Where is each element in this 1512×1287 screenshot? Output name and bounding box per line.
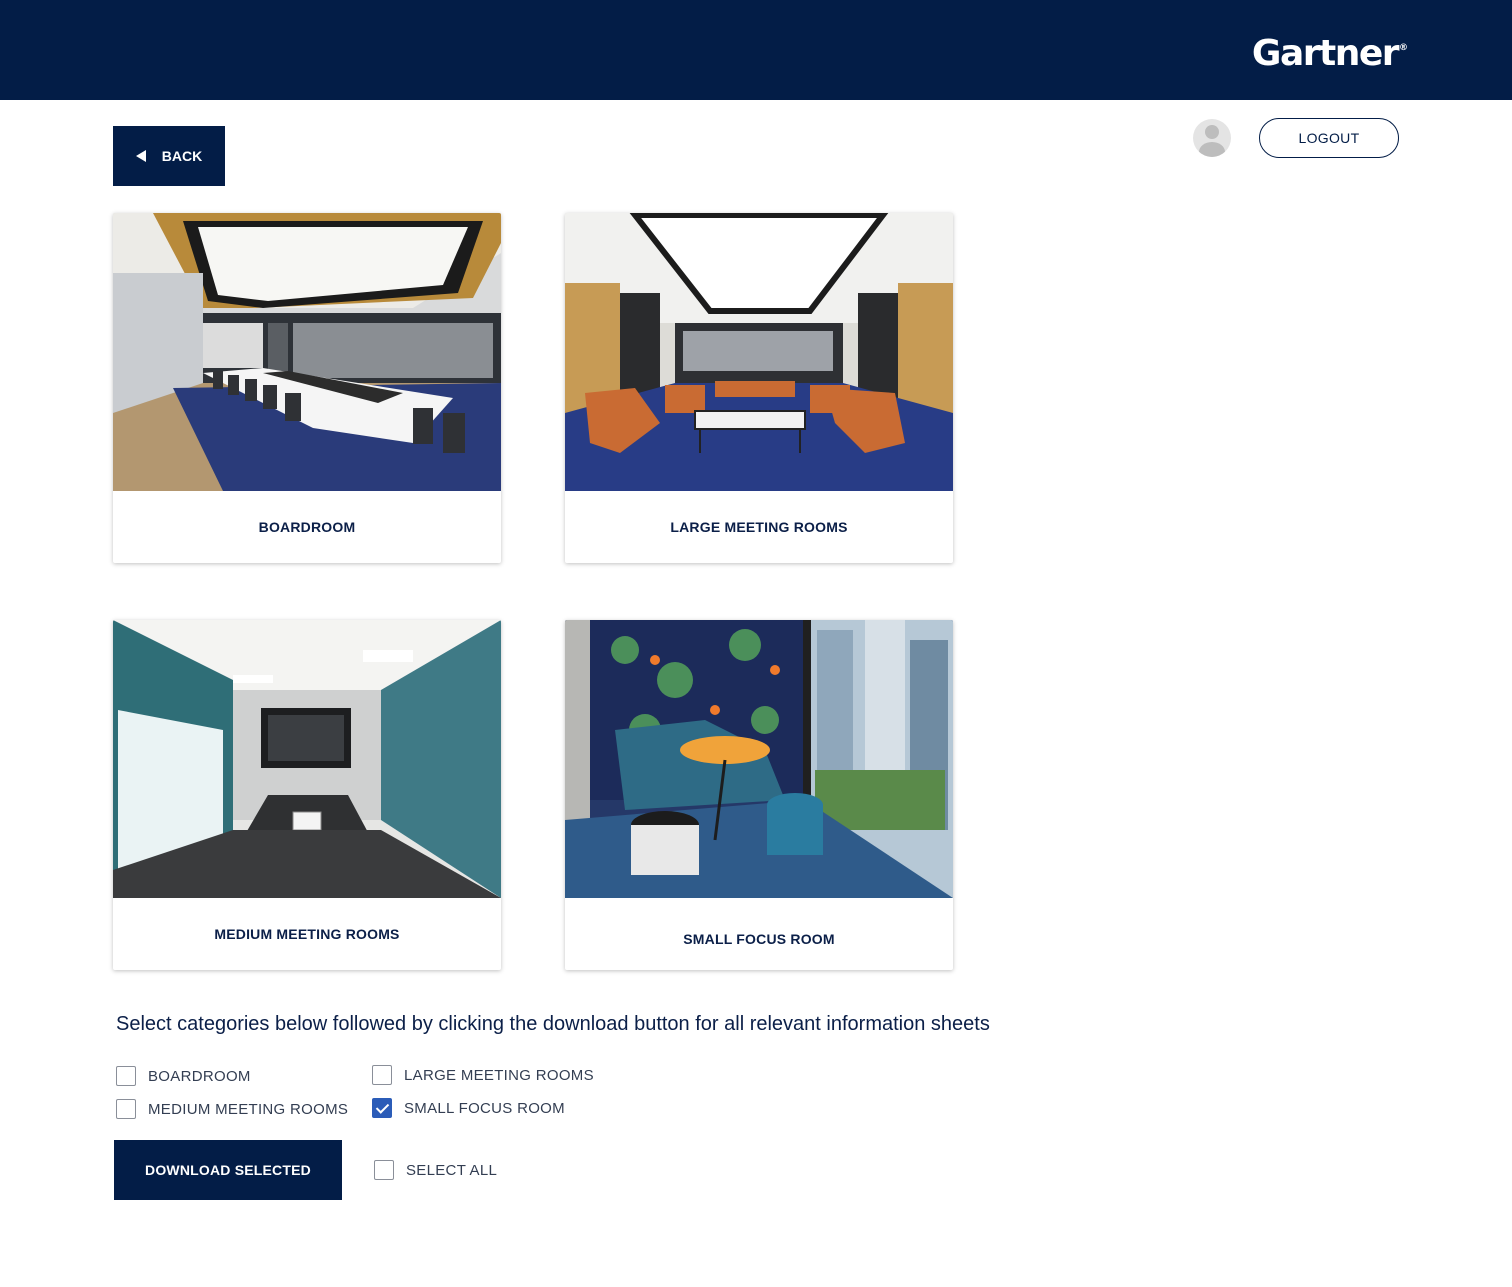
checkbox-label: SELECT ALL	[406, 1161, 498, 1179]
card-boardroom[interactable]: BOARDROOM	[113, 213, 501, 563]
small-focus-room-photo	[565, 620, 953, 898]
checkbox-large-meeting-rooms[interactable]: LARGE MEETING ROOMS	[372, 1065, 594, 1085]
large-meeting-room-photo	[565, 213, 953, 491]
card-small-focus-room[interactable]: SMALL FOCUS ROOM	[565, 620, 953, 970]
checkbox-box[interactable]	[116, 1099, 136, 1119]
logout-button[interactable]: LOGOUT	[1259, 118, 1399, 158]
card-label: LARGE MEETING ROOMS	[670, 519, 848, 535]
checkbox-label: LARGE MEETING ROOMS	[404, 1066, 594, 1084]
gartner-logo: Gartner®	[1251, 33, 1408, 74]
download-instructions: Select categories below followed by clic…	[116, 1013, 990, 1035]
checkbox-box[interactable]	[116, 1066, 136, 1086]
card-label: BOARDROOM	[258, 519, 356, 535]
checkbox-medium-meeting-rooms[interactable]: MEDIUM MEETING ROOMS	[116, 1099, 348, 1119]
user-avatar-icon[interactable]	[1193, 119, 1231, 157]
checkbox-select-all[interactable]: SELECT ALL	[374, 1160, 497, 1180]
checkbox-box[interactable]	[372, 1065, 392, 1085]
download-selected-button[interactable]: DOWNLOAD SELECTED	[114, 1140, 342, 1200]
card-large-meeting-rooms[interactable]: LARGE MEETING ROOMS	[565, 213, 953, 563]
checkbox-boardroom[interactable]: BOARDROOM	[116, 1066, 251, 1086]
checkbox-box[interactable]	[374, 1160, 394, 1180]
checkbox-small-focus-room[interactable]: SMALL FOCUS ROOM	[372, 1098, 565, 1118]
boardroom-photo	[113, 213, 501, 491]
back-button[interactable]: BACK	[113, 126, 225, 186]
card-label: MEDIUM MEETING ROOMS	[214, 926, 400, 942]
checkbox-label: SMALL FOCUS ROOM	[404, 1099, 565, 1117]
checkbox-label: BOARDROOM	[148, 1067, 251, 1085]
back-button-label: BACK	[161, 148, 203, 164]
checkbox-box-checked[interactable]	[372, 1098, 392, 1118]
top-banner: Gartner®	[0, 0, 1512, 100]
medium-meeting-room-photo	[113, 620, 501, 898]
checkbox-label: MEDIUM MEETING ROOMS	[148, 1100, 349, 1118]
back-arrow-icon	[135, 150, 146, 162]
card-medium-meeting-rooms[interactable]: MEDIUM MEETING ROOMS	[113, 620, 501, 970]
card-label: SMALL FOCUS ROOM	[683, 931, 835, 947]
